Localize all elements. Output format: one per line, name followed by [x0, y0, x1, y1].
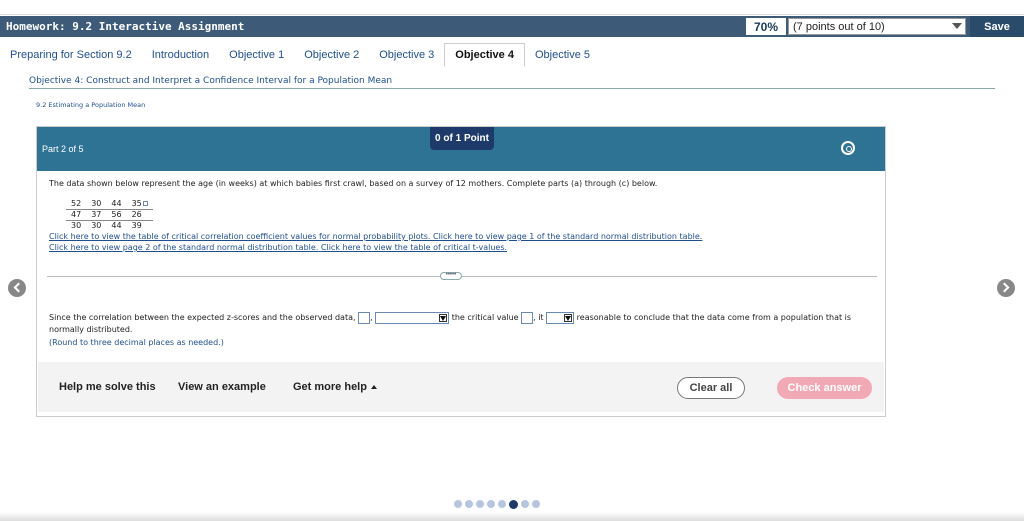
tab-objective-4[interactable]: Objective 4 [444, 43, 525, 67]
question-pager [454, 499, 540, 509]
tab-preparing[interactable]: Preparing for Section 9.2 [0, 43, 142, 67]
chevron-up-icon [370, 385, 377, 390]
copy-icon[interactable] [142, 200, 148, 206]
pager-dot[interactable] [465, 500, 473, 508]
points-dropdown-value: (7 points out of 10) [793, 20, 885, 33]
previous-question-button[interactable] [8, 279, 26, 297]
round-note: (Round to three decimal places as needed… [49, 338, 224, 347]
tab-objective-3[interactable]: Objective 3 [369, 43, 444, 67]
resource-links-row-2: Click here to view page 2 of the standar… [49, 243, 879, 253]
pager-dot[interactable] [454, 500, 462, 508]
score-badge: 70% [746, 18, 786, 35]
homework-header: Homework: 9.2 Interactive Assignment 70%… [0, 16, 1024, 37]
points-dropdown[interactable]: (7 points out of 10) [788, 18, 966, 35]
resource-links-row-1: Click here to view the table of critical… [49, 232, 879, 242]
objective-tabs: Preparing for Section 9.2 Introduction O… [0, 42, 600, 68]
table-cell: 44 [111, 198, 122, 208]
get-more-help-label: Get more help [293, 381, 367, 393]
tab-introduction[interactable]: Introduction [142, 43, 219, 67]
points-badge: 0 of 1 Point [430, 127, 494, 150]
critical-correlation-table-link[interactable]: Click here to view the table of critical… [49, 232, 430, 241]
pager-dot[interactable] [487, 500, 495, 508]
pager-dot[interactable] [532, 500, 540, 508]
chevron-down-icon [952, 23, 962, 29]
view-example-button[interactable]: View an example [178, 381, 266, 393]
homework-title: Homework: 9.2 Interactive Assignment [6, 20, 245, 33]
table-cell: 56 [106, 208, 127, 221]
table-cell: 30 [91, 221, 102, 231]
section-divider [47, 276, 877, 277]
normal-table-page-1-link[interactable]: Click here to view page 1 of the standar… [433, 232, 702, 241]
critical-value-input[interactable] [521, 311, 534, 324]
save-button[interactable]: Save [970, 16, 1024, 37]
data-table: 52 30 44 35 47 37 56 26 30 30 44 39 [66, 198, 153, 231]
clear-all-button[interactable]: Clear all [677, 377, 745, 399]
table-cell: 44 [111, 221, 122, 231]
expand-content-button[interactable]: ••••• [440, 272, 462, 280]
question-body: The data shown below represent the age (… [49, 179, 879, 253]
table-cell: 35 [127, 198, 153, 209]
normal-table-page-2-link[interactable]: Click here to view page 2 of the standar… [49, 243, 318, 252]
tab-objective-1[interactable]: Objective 1 [219, 43, 294, 67]
check-answer-button[interactable]: Check answer [777, 377, 872, 399]
table-row: 52 30 44 35 [66, 198, 153, 209]
pager-dot[interactable] [498, 500, 506, 508]
pager-dot[interactable] [509, 499, 518, 509]
tab-objective-2[interactable]: Objective 2 [294, 43, 369, 67]
tab-objective-5[interactable]: Objective 5 [525, 43, 600, 67]
get-more-help-button[interactable]: Get more help [293, 381, 377, 393]
answer-text-5: normally distributed. [49, 325, 133, 334]
section-subtitle: 9.2 Estimating a Population Mean [36, 101, 146, 109]
comparison-dropdown[interactable] [375, 311, 450, 324]
table-cell: 30 [71, 221, 82, 231]
answer-text-2: the critical value [451, 313, 519, 322]
question-footer: Help me solve this View an example Get m… [38, 362, 884, 412]
pager-dot[interactable] [521, 500, 529, 508]
next-question-button[interactable] [997, 279, 1015, 297]
table-cell: 37 [86, 208, 107, 221]
question-header: Part 2 of 5 0 of 1 Point [37, 127, 885, 171]
table-cell: 30 [91, 198, 102, 208]
answer-text-4: reasonable to conclude that the data com… [576, 313, 852, 322]
objective-title: Objective 4: Construct and Interpret a C… [29, 76, 995, 89]
table-cell: 47 [66, 208, 87, 221]
table-cell: 39 [131, 221, 142, 231]
table-cell: 26 [126, 208, 153, 221]
table-row: 30 30 44 39 [66, 220, 153, 231]
answer-text-3: , it [533, 313, 544, 322]
correlation-input[interactable] [358, 311, 371, 324]
bottom-shadow [0, 512, 1024, 521]
pager-dot[interactable] [476, 500, 484, 508]
part-indicator: Part 2 of 5 [42, 144, 84, 154]
question-panel: Part 2 of 5 0 of 1 Point The data shown … [36, 126, 886, 417]
browser-top-strip [0, 0, 1024, 15]
chevron-down-icon [439, 313, 448, 322]
help-me-solve-button[interactable]: Help me solve this [59, 381, 156, 393]
question-intro: The data shown below represent the age (… [49, 179, 658, 188]
table-cell: 52 [71, 198, 82, 208]
answer-text-1: Since the correlation between the expect… [49, 313, 356, 322]
reasonable-dropdown[interactable] [546, 311, 575, 324]
critical-t-values-link[interactable]: Click here to view the table of critical… [321, 243, 507, 252]
gear-icon[interactable] [841, 141, 855, 155]
table-row: 47 37 56 26 [66, 208, 153, 221]
answer-sentence: Since the correlation between the expect… [49, 311, 852, 324]
chevron-down-icon [564, 313, 573, 322]
answer-area: Since the correlation between the expect… [49, 311, 879, 350]
